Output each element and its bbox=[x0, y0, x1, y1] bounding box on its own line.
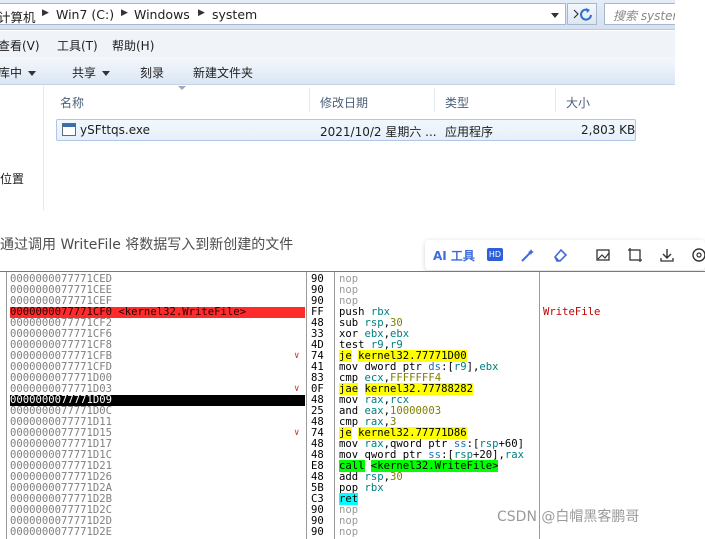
settings-icon[interactable] bbox=[691, 247, 705, 263]
new-folder-button[interactable]: 新建文件夹 bbox=[193, 64, 253, 81]
column-date[interactable]: 修改日期 bbox=[320, 94, 368, 111]
jump-arrow-icon: ∨ bbox=[294, 351, 300, 361]
chevron-right-icon[interactable]: ▶ bbox=[42, 8, 49, 18]
file-row[interactable]: ySFttqs.exe 2021/10/2 星期六 ... 应用程序 2,803… bbox=[56, 119, 636, 141]
sort-indicator-icon bbox=[178, 86, 186, 90]
breadcrumb-computer[interactable]: 计算机 bbox=[0, 7, 36, 26]
menu-view[interactable]: 查看(V) bbox=[0, 37, 40, 54]
chevron-right-icon[interactable]: ▶ bbox=[121, 8, 128, 18]
column-divider[interactable] bbox=[555, 88, 556, 112]
disassembly-view: 0000000077771CED 90 nop 0000000077771CEE 90 n… bbox=[0, 271, 705, 539]
jump-arrow-icon: ∨ bbox=[294, 384, 300, 394]
jump-arrow-icon: ∨ bbox=[294, 428, 300, 438]
file-list-header: 名称 修改日期 类型 大小 bbox=[44, 86, 675, 114]
download-icon[interactable] bbox=[659, 247, 675, 263]
breadcrumb-windows[interactable]: Windows bbox=[134, 7, 190, 22]
column-type[interactable]: 类型 bbox=[445, 94, 469, 111]
magic-wand-icon[interactable] bbox=[520, 247, 536, 263]
nav-item-location[interactable]: 位置 bbox=[0, 170, 24, 187]
eraser-icon[interactable] bbox=[552, 247, 568, 263]
share-label: 共享 bbox=[72, 66, 97, 80]
refresh-button[interactable] bbox=[567, 3, 597, 25]
breadcrumb[interactable]: 计算机 ▶ Win7 (C:) ▶ Windows ▶ system bbox=[0, 3, 566, 25]
share-button[interactable]: 共享 bbox=[72, 64, 111, 81]
row-instruction: nop bbox=[339, 526, 359, 538]
column-size[interactable]: 大小 bbox=[566, 94, 590, 111]
burn-button[interactable]: 刻录 bbox=[140, 64, 164, 81]
menu-help[interactable]: 帮助(H) bbox=[112, 37, 154, 54]
ai-tools-label: AI 工具 bbox=[433, 249, 475, 263]
search-input[interactable]: 搜索 system bbox=[604, 3, 675, 25]
application-icon bbox=[62, 123, 76, 136]
address-dropdown-icon[interactable] bbox=[551, 13, 559, 18]
disassembly-row[interactable]: 0000000077771D2E 90 nop bbox=[0, 527, 705, 538]
menu-bar: 查看(V) 工具(T) 帮助(H) bbox=[0, 31, 675, 57]
crop-icon[interactable] bbox=[627, 247, 643, 263]
navigation-pane: 位置 bbox=[0, 86, 44, 210]
file-type: 应用程序 bbox=[445, 125, 494, 139]
image-edit-icon[interactable] bbox=[595, 247, 611, 263]
article-caption: 通过调用 WriteFile 将数据写入到新创建的文件 bbox=[0, 237, 294, 253]
file-name: ySFttqs.exe bbox=[80, 123, 151, 137]
hd-icon[interactable]: HD bbox=[487, 248, 503, 261]
breadcrumb-system[interactable]: system bbox=[212, 7, 257, 22]
column-name[interactable]: 名称 bbox=[60, 94, 84, 111]
address-bar: 计算机 ▶ Win7 (C:) ▶ Windows ▶ system 搜索 sy… bbox=[0, 0, 675, 30]
row-comment: WriteFile bbox=[543, 306, 601, 318]
file-date: 2021/10/2 星期六 ... bbox=[320, 125, 437, 139]
pane-border bbox=[0, 271, 705, 272]
ai-tools-button[interactable]: AI 工具 bbox=[433, 247, 475, 264]
include-in-library-label: 刻库中 bbox=[0, 66, 23, 80]
column-divider[interactable] bbox=[309, 88, 310, 112]
image-tools-bar: AI 工具 HD bbox=[425, 240, 705, 270]
chevron-right-icon[interactable]: ▶ bbox=[198, 8, 205, 18]
chevron-down-icon bbox=[102, 71, 111, 76]
row-bytes: 90 bbox=[311, 526, 324, 538]
watermark: CSDN @白帽黑客鹏哥 bbox=[497, 509, 640, 525]
command-bar: 刻库中 共享 刻录 新建文件夹 bbox=[0, 57, 675, 85]
explorer-window: 计算机 ▶ Win7 (C:) ▶ Windows ▶ system 搜索 sy… bbox=[0, 0, 675, 210]
include-in-library-button[interactable]: 刻库中 bbox=[0, 64, 37, 81]
menu-tools[interactable]: 工具(T) bbox=[57, 37, 98, 54]
chevron-down-icon bbox=[28, 71, 37, 76]
column-divider[interactable] bbox=[434, 88, 435, 112]
breadcrumb-drive[interactable]: Win7 (C:) bbox=[56, 7, 114, 22]
refresh-icon bbox=[573, 8, 592, 21]
row-address: 0000000077771D2E bbox=[10, 526, 113, 538]
file-size: 2,803 KB bbox=[581, 123, 636, 137]
